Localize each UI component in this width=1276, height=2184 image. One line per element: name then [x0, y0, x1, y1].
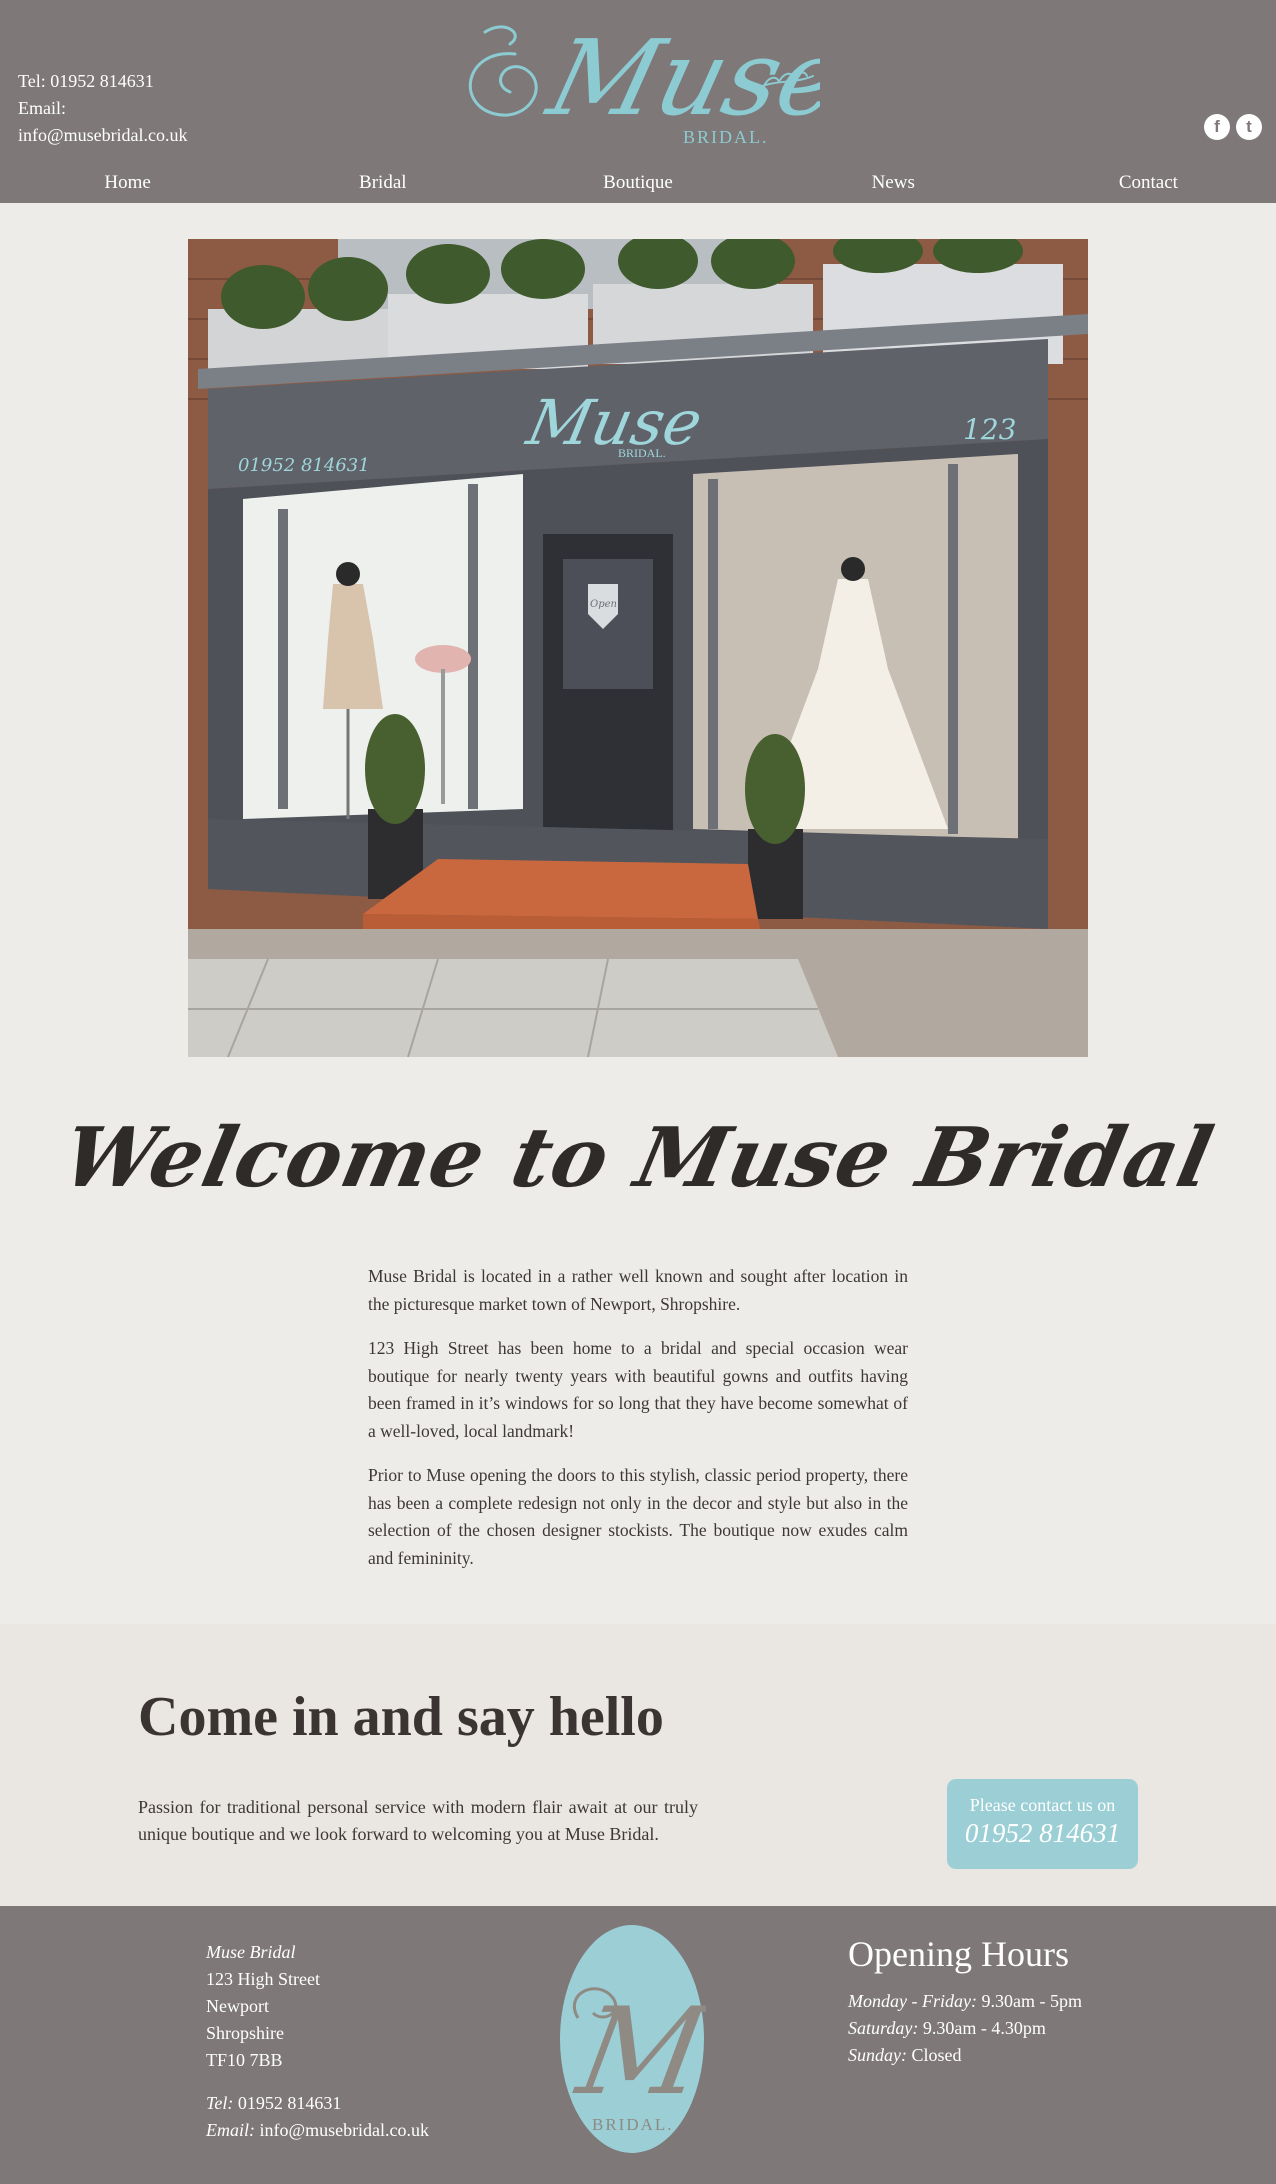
- header-tel[interactable]: Tel: 01952 814631: [18, 68, 188, 95]
- welcome-paragraph-2: 123 High Street has been home to a brida…: [368, 1338, 908, 1441]
- muse-bridal-logo[interactable]: Muse BRIDAL.: [455, 14, 820, 149]
- footer-email-label: Email:: [206, 2120, 255, 2140]
- cta-phone: 01952 814631: [964, 1818, 1121, 1848]
- footer-tel-label: Tel:: [206, 2093, 234, 2113]
- hours-row: Saturday: 9.30am - 4.30pm: [848, 2015, 1082, 2042]
- header-contact: Tel: 01952 814631 Email: info@musebridal…: [18, 68, 188, 149]
- fascia-phone: 01952 814631: [238, 455, 370, 476]
- fascia-subtitle: BRIDAL.: [618, 446, 666, 460]
- door-sign: Open: [590, 599, 617, 610]
- hours-time: 9.30am - 4.30pm: [922, 2018, 1046, 2038]
- opening-hours: Opening Hours Monday - Friday: 9.30am - …: [848, 1932, 1082, 2069]
- say-hello-section: Come in and say hello Passion for tradit…: [0, 1624, 1276, 1906]
- hours-time: 9.30am - 5pm: [981, 1991, 1082, 2011]
- contact-cta-button[interactable]: Please contact us on 01952 814631: [947, 1779, 1138, 1869]
- welcome-text: Muse Bridal is located in a rather well …: [368, 1263, 908, 1589]
- opening-hours-heading: Opening Hours: [848, 1934, 1069, 1974]
- footer-street: 123 High Street: [206, 1969, 320, 1989]
- shopfront-photo: Muse BRIDAL. 01952 814631 123 Open: [188, 239, 1088, 1057]
- hours-row: Monday - Friday: 9.30am - 5pm: [848, 1988, 1082, 2015]
- hours-day: Monday - Friday:: [848, 1991, 977, 2011]
- footer-county: Shropshire: [206, 2023, 284, 2043]
- logo-wordmark: Muse: [536, 17, 820, 138]
- nav-home[interactable]: Home: [0, 166, 255, 200]
- fascia-number: 123: [963, 413, 1016, 446]
- main-nav: Home Bridal Boutique News Contact: [0, 166, 1276, 200]
- nav-boutique[interactable]: Boutique: [510, 166, 765, 200]
- fascia-logo: Muse: [520, 387, 708, 459]
- welcome-paragraph-3: Prior to Muse opening the doors to this …: [368, 1465, 908, 1568]
- site-footer: Muse Bridal 123 High Street Newport Shro…: [0, 1906, 1276, 2184]
- site-header: Tel: 01952 814631 Email: info@musebridal…: [0, 0, 1276, 203]
- welcome-paragraph-1: Muse Bridal is located in a rather well …: [368, 1266, 908, 1314]
- footer-email-line: Email: info@musebridal.co.uk: [206, 2117, 429, 2144]
- twitter-icon[interactable]: t: [1236, 114, 1262, 140]
- footer-tel[interactable]: 01952 814631: [238, 2093, 342, 2113]
- header-email[interactable]: info@musebridal.co.uk: [18, 122, 188, 149]
- footer-business-name: Muse Bridal: [206, 1942, 296, 1962]
- nav-news[interactable]: News: [766, 166, 1021, 200]
- hours-day: Saturday:: [848, 2018, 919, 2038]
- say-hello-text: Passion for traditional personal service…: [138, 1797, 698, 1844]
- footer-email[interactable]: info@musebridal.co.uk: [260, 2120, 430, 2140]
- nav-contact[interactable]: Contact: [1021, 166, 1276, 200]
- footer-address: Muse Bridal 123 High Street Newport Shro…: [206, 1939, 429, 2144]
- hours-time: Closed: [911, 2045, 962, 2065]
- footer-town: Newport: [206, 1996, 269, 2016]
- footer-logo-subtitle: BRIDAL.: [592, 2115, 674, 2134]
- hours-day: Sunday:: [848, 2045, 907, 2065]
- nav-bridal[interactable]: Bridal: [255, 166, 510, 200]
- logo-subtitle: BRIDAL.: [683, 127, 769, 147]
- footer-logo: M BRIDAL.: [560, 1925, 706, 2153]
- shopfront-illustration: Muse BRIDAL. 01952 814631 123 Open: [188, 239, 1088, 1057]
- header-email-label: Email:: [18, 98, 66, 118]
- cta-label: Please contact us on: [969, 1795, 1116, 1815]
- social-links: f t: [1204, 114, 1262, 140]
- facebook-icon[interactable]: f: [1204, 114, 1230, 140]
- welcome-heading: Welcome to Muse Bridal: [54, 1110, 1222, 1206]
- footer-postcode: TF10 7BB: [206, 2050, 283, 2070]
- say-hello-heading: Come in and say hello: [138, 1686, 664, 1748]
- footer-tel-line: Tel: 01952 814631: [206, 2090, 429, 2117]
- hours-row: Sunday: Closed: [848, 2042, 1082, 2069]
